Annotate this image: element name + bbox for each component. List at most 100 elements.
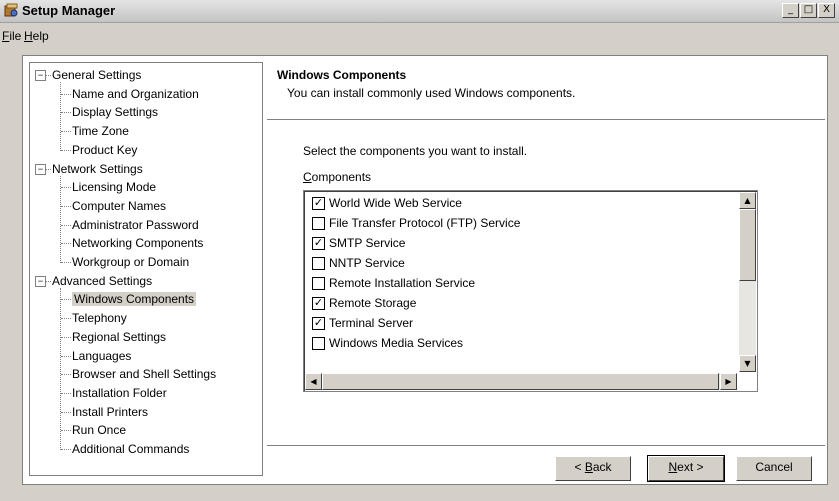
tree-item[interactable]: Run Once [72, 422, 126, 438]
tree-connector [60, 175, 61, 263]
close-button[interactable]: X [818, 3, 835, 18]
tree-item-label: Run Once [72, 423, 127, 438]
components-label-accel: C [303, 170, 312, 184]
component-label: Windows Media Services [329, 336, 464, 350]
tree-item[interactable]: Time Zone [72, 123, 129, 139]
footer-divider [267, 445, 825, 447]
tree-connector [60, 287, 61, 450]
tree-item-label: Telephony [72, 311, 127, 326]
tree-item[interactable]: Product Key [72, 142, 137, 158]
checkbox-unchecked[interactable] [312, 277, 325, 290]
tree-connector [61, 374, 71, 376]
tree-expander[interactable]: − [35, 70, 46, 81]
component-label: World Wide Web Service [329, 196, 462, 210]
tree-item[interactable]: Install Printers [72, 404, 148, 420]
tree-group[interactable]: Network Settings [52, 161, 143, 177]
tree-item-label: Windows Components [72, 292, 197, 307]
back-button-label: ack [592, 460, 612, 474]
tree-connector [61, 112, 71, 114]
tree-connector [61, 243, 71, 245]
tree-expander[interactable]: − [35, 275, 46, 287]
checkbox-checked[interactable]: ✓ [312, 197, 325, 210]
component-label: Remote Installation Service [329, 276, 476, 290]
component-label: Remote Storage [329, 296, 417, 310]
back-button-accel: B [584, 460, 593, 474]
scroll-right-button[interactable]: ▶ [720, 373, 737, 390]
tree-connector [46, 75, 51, 76]
tree-item[interactable]: Networking Components [72, 235, 203, 251]
tree-group[interactable]: Advanced Settings [52, 273, 152, 289]
back-button[interactable]: < Back [555, 456, 631, 481]
window-controls: _ □ X [781, 3, 835, 18]
tree-connector [46, 280, 51, 282]
tree-connector [61, 318, 71, 320]
page-title: Windows Components [277, 68, 407, 82]
tree-item[interactable]: Telephony [72, 310, 127, 326]
content-panel: Windows Components You can install commo… [267, 56, 825, 482]
menu-help-accel: H [24, 29, 33, 43]
tree-item[interactable]: Licensing Mode [72, 179, 156, 195]
components-prompt: Select the components you want to instal… [303, 144, 528, 158]
scroll-thumb-vertical[interactable] [739, 209, 756, 281]
components-label: Components [303, 170, 371, 184]
checkbox-unchecked[interactable] [312, 217, 325, 230]
tree-item[interactable]: Windows Components [72, 291, 197, 307]
tree-connector [61, 224, 71, 226]
tree-item[interactable]: Computer Names [72, 198, 166, 214]
tree-group[interactable]: General Settings [52, 67, 141, 83]
tree-item[interactable]: Additional Commands [72, 441, 189, 457]
tree-item[interactable]: Installation Folder [72, 385, 167, 401]
tree-item-label: Workgroup or Domain [72, 255, 190, 269]
scroll-thumb-horizontal[interactable] [322, 373, 719, 390]
tree-connector [61, 205, 71, 207]
tree-item-label: Regional Settings [72, 329, 167, 344]
next-button-label: ext > [677, 460, 704, 474]
tree-item[interactable]: Name and Organization [72, 86, 199, 102]
scroll-left-button[interactable]: ◀ [305, 373, 322, 390]
header-divider [267, 119, 825, 121]
tree-connector [61, 93, 71, 95]
checkbox-checked[interactable]: ✓ [312, 297, 325, 310]
tree-item[interactable]: Browser and Shell Settings [72, 366, 216, 382]
vertical-scrollbar[interactable]: ▲ ▼ [739, 192, 756, 372]
tree-item[interactable]: Languages [72, 348, 131, 364]
tree-item[interactable]: Workgroup or Domain [72, 254, 189, 270]
tree-connector [61, 149, 71, 151]
checkbox-unchecked[interactable] [312, 337, 325, 350]
setup-manager-icon [4, 3, 18, 17]
next-button[interactable]: Next > [647, 455, 725, 482]
tree-item-label: Languages [72, 348, 132, 363]
tree-item[interactable]: Regional Settings [72, 329, 166, 345]
next-button-accel: N [668, 460, 678, 474]
tree-item-label: Browser and Shell Settings [72, 367, 217, 382]
component-label: Terminal Server [329, 316, 414, 330]
maximize-button[interactable]: □ [800, 3, 817, 18]
scroll-down-button[interactable]: ▼ [739, 355, 756, 372]
page-subtitle: You can install commonly used Windows co… [287, 86, 576, 100]
tree-item-label: Computer Names [72, 198, 167, 213]
cancel-button[interactable]: Cancel [736, 456, 812, 481]
checkbox-checked[interactable]: ✓ [312, 237, 325, 250]
tree-connector [61, 392, 71, 394]
scroll-up-button[interactable]: ▲ [739, 192, 756, 209]
tree-connector [61, 449, 71, 450]
tree-expander[interactable]: − [35, 163, 46, 175]
menu-help[interactable]: Help [24, 29, 49, 43]
component-label: File Transfer Protocol (FTP) Service [329, 216, 521, 230]
tree-connector [61, 411, 71, 413]
minimize-button[interactable]: _ [782, 3, 799, 18]
menu-file[interactable]: File [2, 29, 21, 43]
components-label-text: omponents [311, 170, 372, 184]
component-label: NNTP Service [329, 256, 405, 270]
components-list[interactable]: ▲ ▼ ◀ ▶ ✓ World Wide Web Service File Tran… [303, 190, 758, 392]
horizontal-scrollbar[interactable]: ◀ ▶ [305, 373, 737, 390]
window-title: Setup Manager [22, 3, 116, 18]
tree-connector [61, 187, 71, 189]
tree-item[interactable]: Administrator Password [72, 217, 199, 233]
tree-item[interactable]: Display Settings [72, 104, 158, 120]
tree-item-label: Networking Components [72, 236, 204, 251]
checkbox-checked[interactable]: ✓ [312, 317, 325, 330]
checkbox-unchecked[interactable] [312, 257, 325, 270]
settings-tree[interactable]: − General Settings Name and Organization Di… [29, 62, 263, 476]
menu-file-label: ile [9, 29, 22, 43]
